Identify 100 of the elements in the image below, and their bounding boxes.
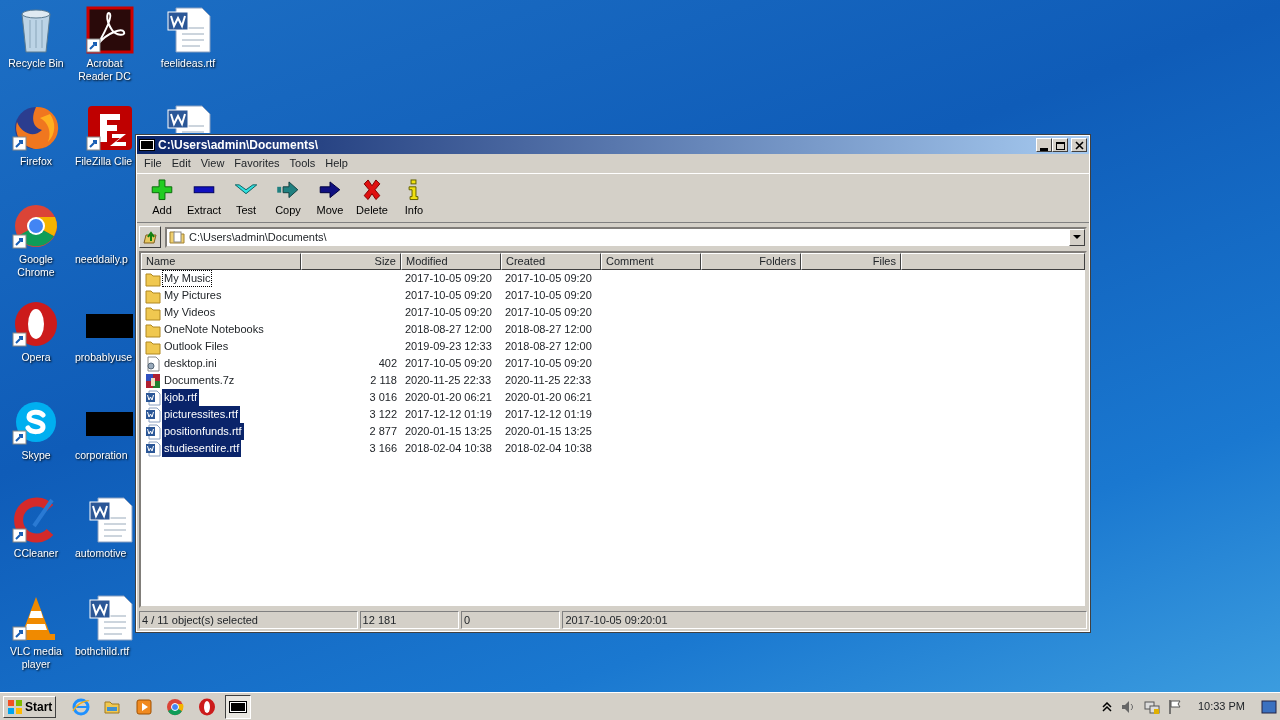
icon-label[interactable]: CCleaner [13, 547, 59, 560]
column-header[interactable]: Files [801, 253, 901, 270]
extract-button[interactable]: Extract [183, 177, 225, 219]
settings-file-icon [145, 355, 161, 372]
pdf-icon[interactable] [86, 6, 134, 54]
move-button[interactable]: Move [309, 177, 351, 219]
column-header[interactable]: Size [301, 253, 401, 270]
network-icon[interactable] [1143, 698, 1160, 715]
flag-icon[interactable] [1167, 698, 1182, 715]
file-name[interactable]: Outlook Files [162, 338, 231, 355]
table-cell-text: 2018-02-04 10:38 [404, 441, 493, 457]
icon-label[interactable]: probablyuse [75, 351, 133, 364]
word-document-icon [145, 440, 161, 457]
table-cell-text: 3 166 [368, 441, 398, 457]
menu-item[interactable]: Tools [284, 155, 321, 172]
word-document-icon[interactable] [86, 594, 134, 642]
close-button[interactable] [1071, 138, 1087, 152]
folder-icon [145, 304, 161, 321]
word-document-icon[interactable] [164, 104, 212, 133]
opera-icon [197, 697, 216, 716]
table-cell-text: 2018-08-27 12:00 [504, 322, 593, 338]
taskbar-app-button[interactable] [225, 694, 252, 719]
show-desktop-icon[interactable] [1261, 699, 1277, 714]
up-folder-button[interactable] [139, 226, 161, 248]
menu-item[interactable]: Edit [166, 155, 196, 172]
icon-label[interactable]: Firefox [19, 155, 53, 168]
file-name[interactable]: picturessites.rtf [162, 406, 240, 423]
table-cell-text: 3 016 [368, 390, 398, 406]
opera-icon[interactable] [12, 300, 60, 348]
folder-icon [145, 321, 161, 338]
file-name[interactable]: My Pictures [162, 287, 224, 304]
file-name[interactable]: kjob.rtf [162, 389, 199, 406]
plus-icon [150, 178, 174, 202]
icon-label[interactable]: FileZilla Clie [75, 155, 133, 168]
firefox-icon[interactable] [12, 104, 60, 152]
status-field: 2017-10-05 09:20:01 [562, 611, 1087, 629]
table-cell-text: 3 122 [368, 407, 398, 423]
file-name[interactable]: Documents.7z [162, 372, 237, 389]
icon-label[interactable]: needdaily.p [75, 253, 128, 266]
test-button[interactable]: Test [225, 177, 267, 219]
filezilla-icon[interactable] [86, 104, 134, 152]
icon-label[interactable]: Acrobat Reader DC [75, 57, 134, 83]
icon-label[interactable]: corporation [75, 449, 128, 462]
icon-label[interactable]: Google Chrome [0, 253, 72, 279]
minimize-button[interactable] [1036, 138, 1053, 152]
info-button[interactable]: Info [393, 177, 435, 219]
table-cell-text: 2020-01-20 06:21 [504, 390, 593, 406]
address-field[interactable]: C:\Users\admin\Documents\ [165, 226, 1087, 248]
browser-e-icon [71, 697, 90, 716]
icon-label[interactable]: Skype [21, 449, 51, 462]
icon-label[interactable]: Opera [21, 351, 51, 364]
minimize-icon [1040, 148, 1049, 151]
windows-logo-icon [7, 698, 23, 715]
chrome-icon [166, 697, 185, 716]
file-name[interactable]: My Music [162, 270, 213, 287]
delete-button[interactable]: Delete [351, 177, 393, 219]
file-name[interactable]: positionfunds.rtf [162, 423, 244, 440]
chrome-icon[interactable] [12, 202, 60, 250]
table-cell-text: 2017-10-05 09:20 [504, 356, 593, 372]
chevron-up-icon[interactable] [1101, 701, 1112, 712]
status-field: 0 [461, 611, 561, 629]
column-header[interactable]: Name [141, 253, 301, 270]
icon-label[interactable]: bothchild.rtf [75, 645, 130, 658]
window-title: C:\Users\admin\Documents\ [158, 137, 319, 154]
column-header[interactable]: Folders [701, 253, 801, 270]
menu-item[interactable]: View [195, 155, 230, 172]
add-button[interactable]: Add [141, 177, 183, 219]
menu-item[interactable]: File [139, 155, 167, 172]
icon-label[interactable]: automotive [75, 547, 127, 560]
table-cell-text: 2017-10-05 09:20 [504, 305, 593, 321]
icon-label[interactable]: VLC media player [0, 645, 72, 671]
table-cell-text: 2017-10-05 09:20 [404, 356, 493, 372]
table-cell-text: 2 118 [369, 373, 398, 389]
table-cell-text: 2020-01-15 13:25 [504, 424, 593, 440]
file-name[interactable]: OneNote Notebooks [162, 321, 266, 338]
icon-label[interactable]: Recycle Bin [8, 57, 64, 70]
word-document-icon[interactable] [164, 6, 212, 54]
column-header[interactable]: Comment [601, 253, 701, 270]
icon-label[interactable]: feelideas.rtf [160, 57, 216, 70]
table-cell-text: 402 [377, 356, 398, 372]
file-name[interactable]: My Videos [162, 304, 218, 321]
media-player-icon [134, 697, 153, 716]
dropdown-button[interactable] [1069, 228, 1085, 246]
clock[interactable]: 10:33 PM [1189, 698, 1253, 715]
delete-icon [360, 178, 384, 202]
maximize-icon [1054, 140, 1066, 150]
menu-item[interactable]: Help [320, 155, 353, 172]
column-header[interactable]: Created [501, 253, 601, 270]
word-document-icon[interactable] [86, 496, 134, 544]
maximize-button[interactable] [1052, 138, 1069, 152]
table-cell-text: 2017-10-05 09:20 [404, 271, 493, 287]
table-cell-text: 2020-11-25 22:33 [504, 373, 593, 389]
copy-button[interactable]: Copy [267, 177, 309, 219]
file-name[interactable]: studiesentire.rtf [162, 440, 242, 457]
column-header[interactable]: Modified [401, 253, 501, 270]
table-cell-text: 2017-12-12 01:19 [504, 407, 593, 423]
menu-item[interactable]: Favorites [229, 155, 285, 172]
start-button[interactable]: Start [3, 695, 57, 718]
file-name[interactable]: desktop.ini [162, 355, 219, 372]
status-field: 4 / 11 object(s) selected [139, 611, 358, 629]
